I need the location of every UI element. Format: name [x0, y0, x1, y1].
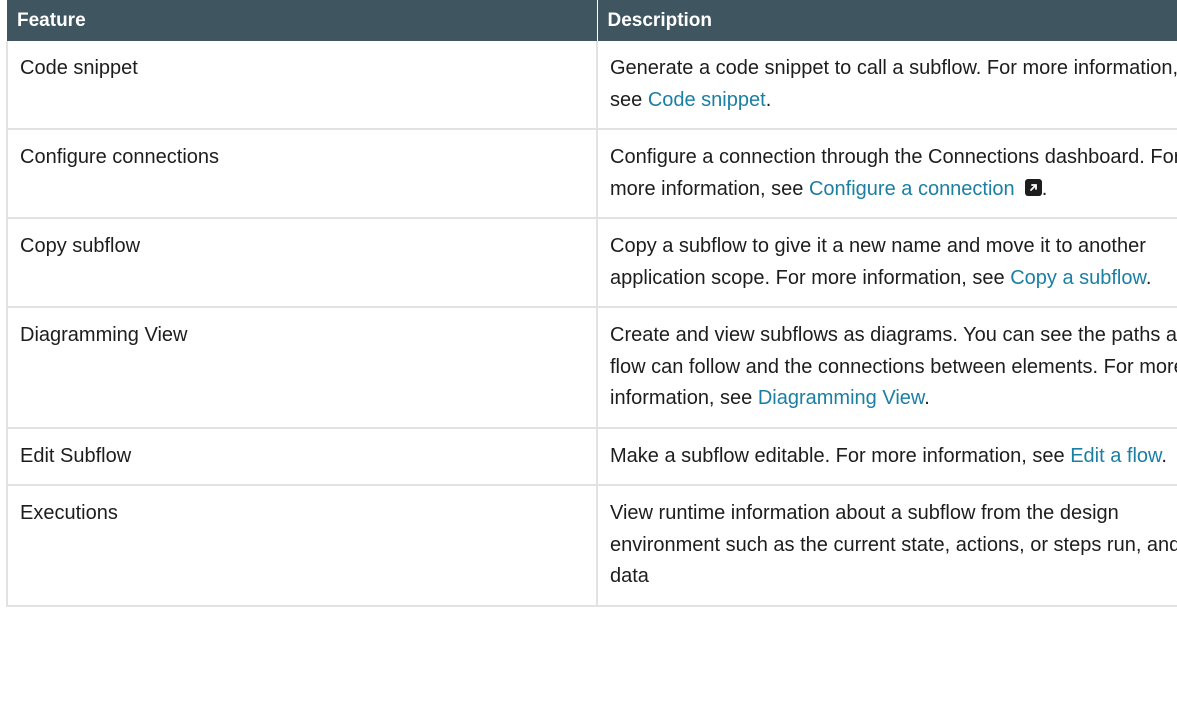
edit-flow-link[interactable]: Edit a flow — [1070, 445, 1161, 467]
diagramming-view-link[interactable]: Diagramming View — [758, 387, 924, 409]
description-cell: Make a subflow editable. For more inform… — [596, 427, 1177, 486]
code-snippet-link[interactable]: Code snippet — [648, 89, 766, 111]
table-row: Executions View runtime information abou… — [6, 485, 1177, 607]
feature-name: Copy subflow — [20, 235, 141, 257]
feature-name: Edit Subflow — [20, 444, 132, 467]
feature-cell: Edit Subflow — [6, 427, 598, 486]
table-header: Feature Description — [7, 0, 1177, 41]
column-header-description: Description — [597, 0, 1177, 41]
external-link-icon[interactable] — [1024, 178, 1042, 196]
description-cell: Create and view subflows as diagrams. Yo… — [596, 307, 1177, 429]
configure-connection-link[interactable]: Configure a connection — [809, 178, 1015, 200]
feature-cell: Copy subflow — [6, 218, 598, 308]
table-row: Configure connections Configure a connec… — [6, 129, 1177, 219]
feature-cell: Executions — [6, 485, 598, 607]
feature-table-container: Feature Description Code snippet Generat… — [0, 0, 1177, 724]
feature-name: Configure connections — [20, 146, 220, 168]
column-header-feature: Feature — [7, 0, 598, 41]
feature-cell: Diagramming View — [6, 307, 598, 429]
feature-name: Code snippet — [20, 57, 138, 79]
description-trailing: . — [924, 387, 930, 409]
feature-table: Feature Description Code snippet Generat… — [6, 0, 1177, 607]
table-row: Code snippet Generate a code snippet to … — [6, 41, 1177, 130]
description-text: View runtime information about a subflow… — [610, 502, 1177, 587]
feature-cell: Configure connections — [6, 129, 598, 219]
description-trailing: . — [1161, 444, 1167, 467]
description-cell: View runtime information about a subflow… — [596, 485, 1177, 607]
copy-subflow-link[interactable]: Copy a subflow — [1010, 267, 1146, 289]
table-row: Edit Subflow Make a subflow editable. Fo… — [6, 427, 1177, 486]
description-trailing: . — [765, 88, 772, 111]
feature-name: Executions — [20, 502, 118, 524]
description-cell: Configure a connection through the Conne… — [596, 129, 1177, 219]
description-trailing: . — [1145, 266, 1152, 289]
description-text: Make a subflow editable. For more inform… — [610, 444, 1071, 467]
description-trailing: . — [1041, 177, 1048, 200]
table-row: Copy subflow Copy a subflow to give it a… — [6, 218, 1177, 308]
table-row: Diagramming View Create and view subflow… — [6, 307, 1177, 429]
feature-name: Diagramming View — [20, 324, 188, 346]
header-row: Feature Description — [7, 0, 1177, 41]
feature-cell: Code snippet — [6, 41, 598, 130]
table-body: Code snippet Generate a code snippet to … — [6, 41, 1177, 607]
description-cell: Copy a subflow to give it a new name and… — [596, 218, 1177, 308]
description-cell: Generate a code snippet to call a subflo… — [596, 41, 1177, 130]
